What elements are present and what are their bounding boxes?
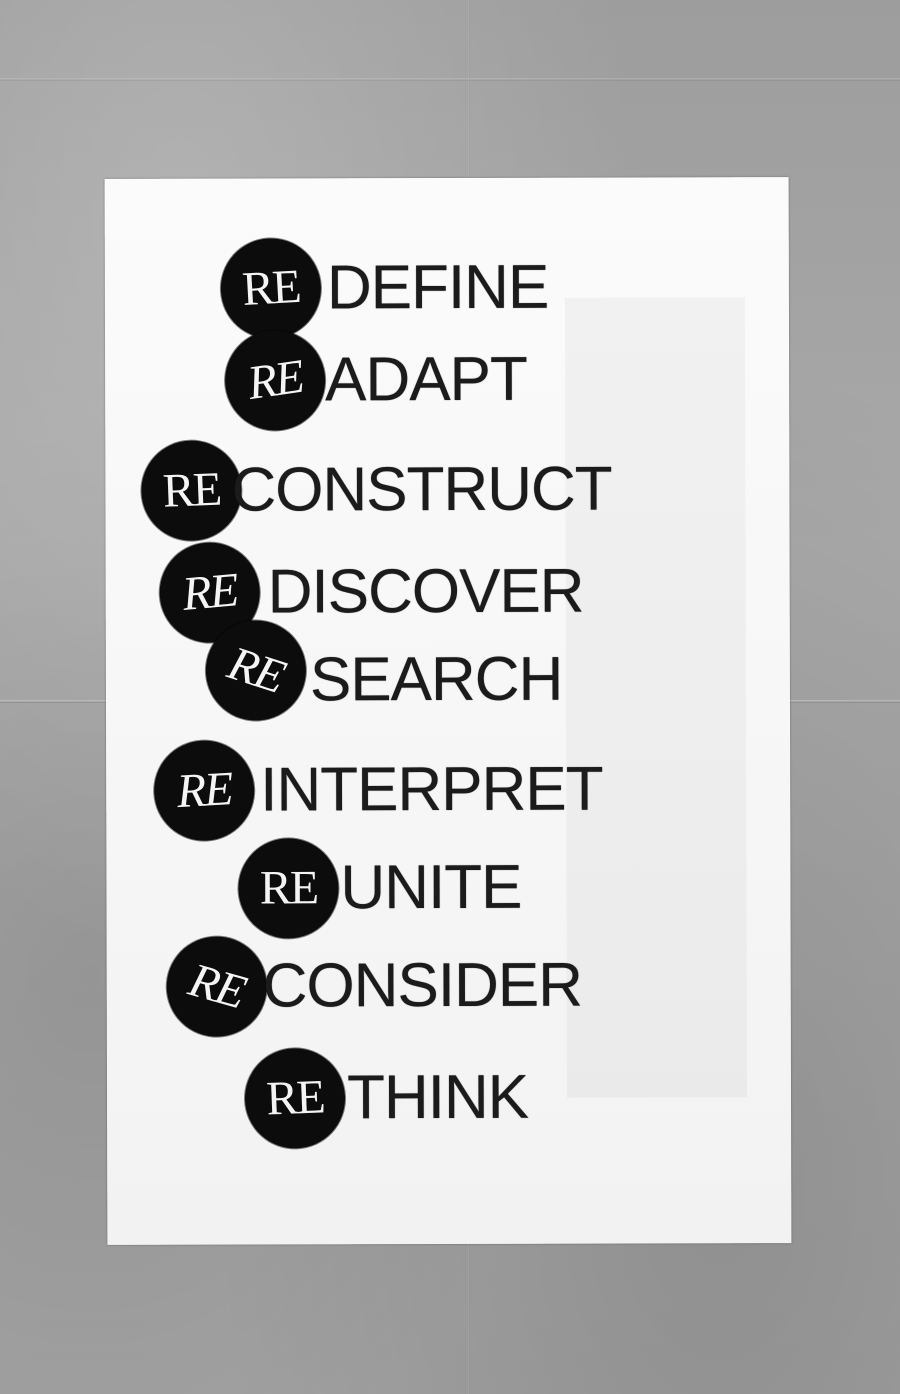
word-define: DEFINE: [326, 252, 549, 323]
re-seal-text: RE: [259, 861, 318, 915]
word-consider: CONSIDER: [262, 950, 583, 1021]
background-fold-horizontal: [0, 78, 900, 81]
re-seal: RE: [139, 438, 244, 543]
re-seal: RE: [243, 1046, 347, 1151]
re-seal: RE: [151, 737, 257, 844]
word-search: SEARCH: [309, 644, 563, 715]
poster-sheet: RE DEFINE RE ADAPT RE CONSTRUCT RE DISCO…: [104, 177, 792, 1245]
re-seal: RE: [218, 323, 332, 438]
re-seal-text: RE: [244, 349, 306, 411]
re-seal-text: RE: [265, 1070, 325, 1126]
word-construct: CONSTRUCT: [231, 454, 612, 525]
word-interpret: INTERPRET: [260, 754, 603, 825]
show-through-shadow: [565, 297, 747, 1097]
re-seal: RE: [238, 838, 339, 939]
re-seal-text: RE: [175, 762, 233, 819]
word-think: THINK: [346, 1062, 529, 1133]
re-seal-text: RE: [161, 462, 222, 518]
re-seal-text: RE: [183, 953, 251, 1020]
word-discover: DISCOVER: [267, 556, 584, 627]
word-adapt: ADAPT: [325, 344, 527, 415]
re-seal: RE: [154, 924, 279, 1049]
word-unite: UNITE: [340, 852, 522, 923]
